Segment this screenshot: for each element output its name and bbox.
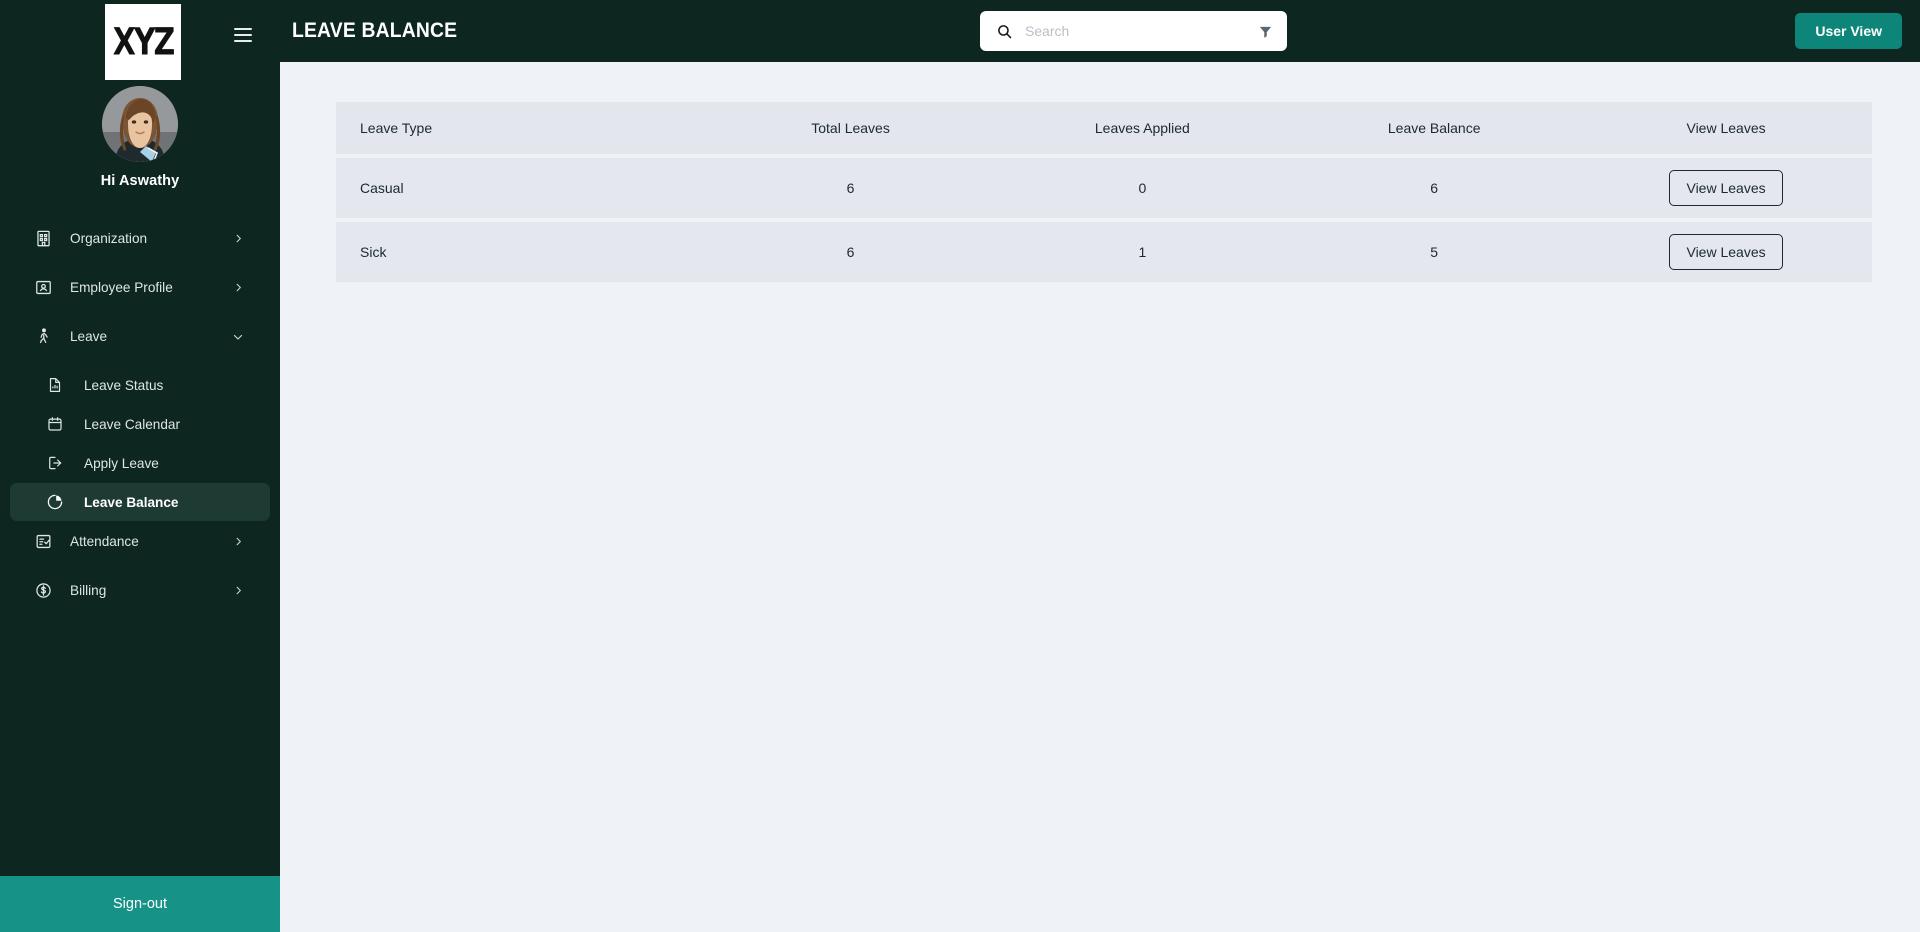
top-bar: LEAVE BALANCE [280,0,1920,62]
calendar-icon [44,413,66,435]
sidebar-header: XYZ [0,0,280,80]
sidebar-item-billing[interactable]: Billing [10,571,270,610]
avatar [102,86,178,162]
sidebar-item-label: Billing [70,583,232,598]
building-icon [32,228,54,250]
table-head: Leave Type Total Leaves Leaves Applied L… [336,102,1872,154]
funnel-filter-icon[interactable] [1258,24,1273,39]
column-header-total-leaves: Total Leaves [705,102,997,154]
sidebar-item-attendance[interactable]: Attendance [10,522,270,561]
sidebar-item-leave-balance[interactable]: Leave Balance [10,483,270,521]
table-row: Casual 6 0 6 View Leaves [336,158,1872,218]
cell-leave-balance: 6 [1288,158,1580,218]
column-header-leave-balance: Leave Balance [1288,102,1580,154]
user-greeting: Hi Aswathy [0,173,280,189]
hamburger-icon[interactable] [234,28,252,42]
page-title: LEAVE BALANCE [292,19,457,43]
sidebar-item-label: Leave Status [84,378,244,393]
cell-leaves-applied: 0 [996,158,1288,218]
search-box[interactable] [980,11,1287,51]
sign-out-label: Sign-out [113,896,167,912]
table-body: Casual 6 0 6 View Leaves Sick 6 1 [336,158,1872,282]
chevron-down-icon [232,331,244,343]
sidebar-item-label: Employee Profile [70,280,232,295]
cell-leave-type: Casual [336,158,705,218]
sidebar-item-label: Leave [70,329,232,344]
sidebar-item-leave[interactable]: Leave [10,317,270,356]
table-header-row: Leave Type Total Leaves Leaves Applied L… [336,102,1872,154]
search-icon [996,23,1013,40]
checklist-icon [32,531,54,553]
cell-view-leaves: View Leaves [1580,158,1872,218]
sidebar-item-organization[interactable]: Organization [10,219,270,258]
chevron-right-icon [232,536,244,548]
cell-leave-type: Sick [336,222,705,282]
main-area: LEAVE BALANCE [280,0,1920,932]
pie-chart-icon [44,491,66,513]
column-header-leave-type: Leave Type [336,102,705,154]
logo-text: XYZ [113,20,174,64]
search-input[interactable] [1025,23,1246,39]
cell-leave-balance: 5 [1288,222,1580,282]
app-logo: XYZ [105,4,181,80]
leave-balance-table: Leave Type Total Leaves Leaves Applied L… [336,98,1872,286]
sidebar-item-label: Leave Balance [84,495,244,510]
cell-view-leaves: View Leaves [1580,222,1872,282]
avatar-wrap [0,86,280,162]
app-root: XYZ [0,0,1920,932]
cell-leaves-applied: 1 [996,222,1288,282]
leave-balance-card: Leave Type Total Leaves Leaves Applied L… [336,98,1872,286]
column-header-leaves-applied: Leaves Applied [996,102,1288,154]
user-view-button[interactable]: User View [1795,13,1902,49]
sidebar-item-label: Apply Leave [84,456,244,471]
chevron-right-icon [232,233,244,245]
cell-total-leaves: 6 [705,158,997,218]
document-chart-icon [44,374,66,396]
sidebar: XYZ [0,0,280,932]
sidebar-item-leave-status[interactable]: Leave Status [10,366,270,404]
id-card-icon [32,277,54,299]
sidebar-item-apply-leave[interactable]: Apply Leave [10,444,270,482]
dollar-circle-icon [32,580,54,602]
sidebar-item-label: Organization [70,231,232,246]
table-row: Sick 6 1 5 View Leaves [336,222,1872,282]
sidebar-item-employee-profile[interactable]: Employee Profile [10,268,270,307]
chevron-right-icon [232,585,244,597]
column-header-view-leaves: View Leaves [1580,102,1872,154]
walking-icon [32,326,54,348]
view-leaves-button[interactable]: View Leaves [1669,234,1782,270]
sidebar-item-leave-calendar[interactable]: Leave Calendar [10,405,270,443]
sidebar-nav: Organization Employee Profile [0,219,280,620]
sign-out-button[interactable]: Sign-out [0,876,280,932]
sidebar-item-label: Leave Calendar [84,417,244,432]
sidebar-item-label: Attendance [70,534,232,549]
chevron-right-icon [232,282,244,294]
avatar-image [102,86,178,162]
search-wrap [472,11,1796,51]
logout-arrow-icon [44,452,66,474]
cell-total-leaves: 6 [705,222,997,282]
content-area: Leave Type Total Leaves Leaves Applied L… [280,62,1920,932]
view-leaves-button[interactable]: View Leaves [1669,170,1782,206]
